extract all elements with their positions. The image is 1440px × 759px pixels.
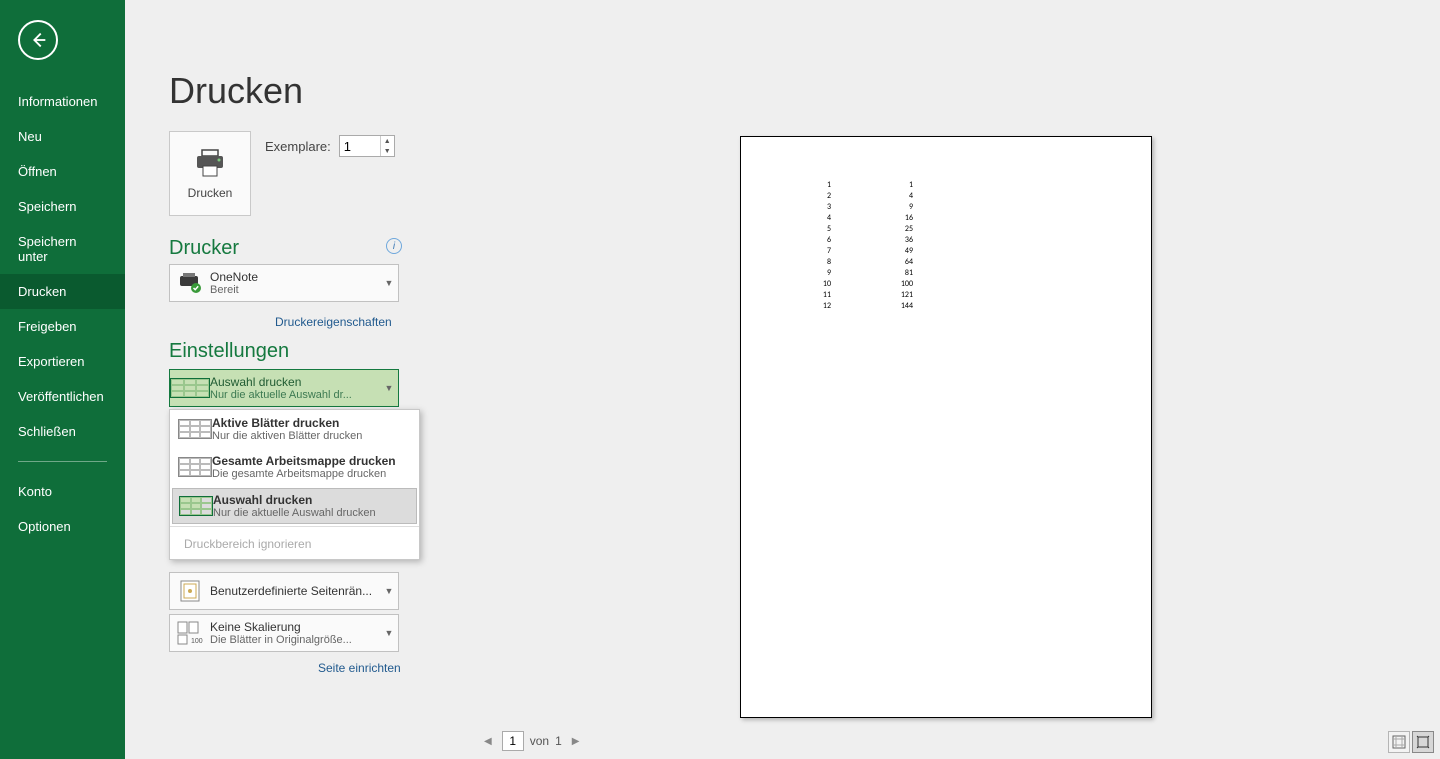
print-preview-page: 112439416525636749864981101001112112144 — [740, 136, 1152, 718]
menu-item-ignore-print-area: Druckbereich ignorieren — [170, 529, 419, 559]
preview-view-toggles — [1388, 731, 1434, 753]
page-total: 1 — [555, 734, 562, 748]
chevron-down-icon: ▼ — [380, 278, 398, 288]
sidebar-item-exportieren[interactable]: Exportieren — [0, 344, 125, 379]
menu-item-sub: Die gesamte Arbeitsmappe drucken — [212, 468, 411, 480]
print-what-sub: Nur die aktuelle Auswahl dr... — [210, 389, 380, 401]
chevron-down-icon: ▼ — [380, 628, 398, 638]
print-what-title: Auswahl drucken — [210, 375, 380, 389]
page-number-input[interactable] — [502, 731, 524, 751]
printer-status-icon — [170, 272, 210, 294]
back-button[interactable] — [18, 20, 58, 60]
print-button-label: Drucken — [188, 186, 233, 200]
page-navigation: ◀ von 1 ▶ — [480, 731, 583, 751]
printer-dropdown[interactable]: OneNote Bereit ▼ — [169, 264, 399, 302]
page-setup-link[interactable]: Seite einrichten — [318, 661, 401, 675]
scaling-icon: 100 — [170, 621, 210, 645]
backstage-sidebar: Informationen Neu Öffnen Speichern Speic… — [0, 0, 125, 759]
copies-input[interactable] — [340, 136, 380, 156]
settings-section-title: Einstellungen — [169, 340, 289, 363]
scaling-dropdown[interactable]: 100 Keine Skalierung Die Blätter in Orig… — [169, 614, 399, 652]
sidebar-item-veroeffentlichen[interactable]: Veröffentlichen — [0, 379, 125, 414]
svg-text:100: 100 — [191, 638, 203, 645]
page-of-label: von — [530, 734, 549, 748]
menu-item-title: Gesamte Arbeitsmappe drucken — [212, 454, 411, 468]
sidebar-item-oeffnen[interactable]: Öffnen — [0, 154, 125, 189]
workbook-grid-icon — [178, 457, 212, 477]
printer-name: OneNote — [210, 270, 380, 284]
spinner-up[interactable]: ▲ — [381, 136, 394, 146]
printer-properties-link[interactable]: Druckereigenschaften — [275, 315, 392, 329]
menu-item-sub: Nur die aktuelle Auswahl drucken — [213, 507, 410, 519]
margins-title: Benutzerdefinierte Seitenrän... — [210, 584, 380, 598]
printer-icon — [193, 148, 227, 178]
copies-label: Exemplare: — [265, 139, 331, 154]
scaling-title: Keine Skalierung — [210, 620, 380, 634]
menu-item-sub: Nur die aktiven Blätter drucken — [212, 430, 411, 442]
print-button[interactable]: Drucken — [169, 131, 251, 216]
sidebar-item-konto[interactable]: Konto — [0, 474, 125, 509]
menu-item-selection[interactable]: Auswahl drucken Nur die aktuelle Auswahl… — [172, 488, 417, 524]
sidebar-item-speichern[interactable]: Speichern — [0, 189, 125, 224]
page-title: Drucken — [169, 70, 303, 112]
selection-grid-icon — [170, 378, 210, 398]
sidebar-item-schliessen[interactable]: Schließen — [0, 414, 125, 449]
menu-separator — [170, 526, 419, 527]
print-what-menu: Aktive Blätter drucken Nur die aktiven B… — [169, 409, 420, 560]
sheets-grid-icon — [178, 419, 212, 439]
menu-item-title: Aktive Blätter drucken — [212, 416, 411, 430]
content-area: Drucken Drucken Exemplare: ▲ ▼ Drucker i — [125, 0, 1440, 759]
menu-item-workbook[interactable]: Gesamte Arbeitsmappe drucken Die gesamte… — [170, 448, 419, 486]
chevron-down-icon: ▼ — [380, 383, 398, 393]
spinner-down[interactable]: ▼ — [381, 146, 394, 156]
scaling-sub: Die Blätter in Originalgröße... — [210, 634, 380, 646]
margins-icon — [170, 579, 210, 603]
menu-item-active-sheets[interactable]: Aktive Blätter drucken Nur die aktiven B… — [170, 410, 419, 448]
sidebar-item-freigeben[interactable]: Freigeben — [0, 309, 125, 344]
selection-grid-icon — [179, 496, 213, 516]
sidebar-item-neu[interactable]: Neu — [0, 119, 125, 154]
sidebar-item-drucken[interactable]: Drucken — [0, 274, 125, 309]
app-root: Informationen Neu Öffnen Speichern Speic… — [0, 0, 1440, 759]
next-page-button[interactable]: ▶ — [568, 734, 584, 749]
printer-info-icon[interactable]: i — [386, 238, 402, 254]
menu-item-title: Auswahl drucken — [213, 493, 410, 507]
printer-status: Bereit — [210, 284, 380, 296]
sidebar-item-optionen[interactable]: Optionen — [0, 509, 125, 544]
print-what-dropdown[interactable]: Auswahl drucken Nur die aktuelle Auswahl… — [169, 369, 399, 407]
show-margins-toggle[interactable] — [1388, 731, 1410, 753]
sidebar-divider — [18, 461, 107, 462]
zoom-to-page-toggle[interactable] — [1412, 731, 1434, 753]
copies-spinner[interactable]: ▲ ▼ — [339, 135, 395, 157]
sidebar-item-speichern-unter[interactable]: Speichern unter — [0, 224, 125, 274]
sidebar-item-informationen[interactable]: Informationen — [0, 84, 125, 119]
chevron-down-icon: ▼ — [380, 586, 398, 596]
copies-row: Exemplare: ▲ ▼ — [265, 135, 395, 157]
printer-section-title: Drucker — [169, 237, 239, 260]
prev-page-button[interactable]: ◀ — [480, 734, 496, 749]
margins-dropdown[interactable]: Benutzerdefinierte Seitenrän... ▼ — [169, 572, 399, 610]
preview-data-table: 112439416525636749864981101001112112144 — [791, 179, 917, 313]
